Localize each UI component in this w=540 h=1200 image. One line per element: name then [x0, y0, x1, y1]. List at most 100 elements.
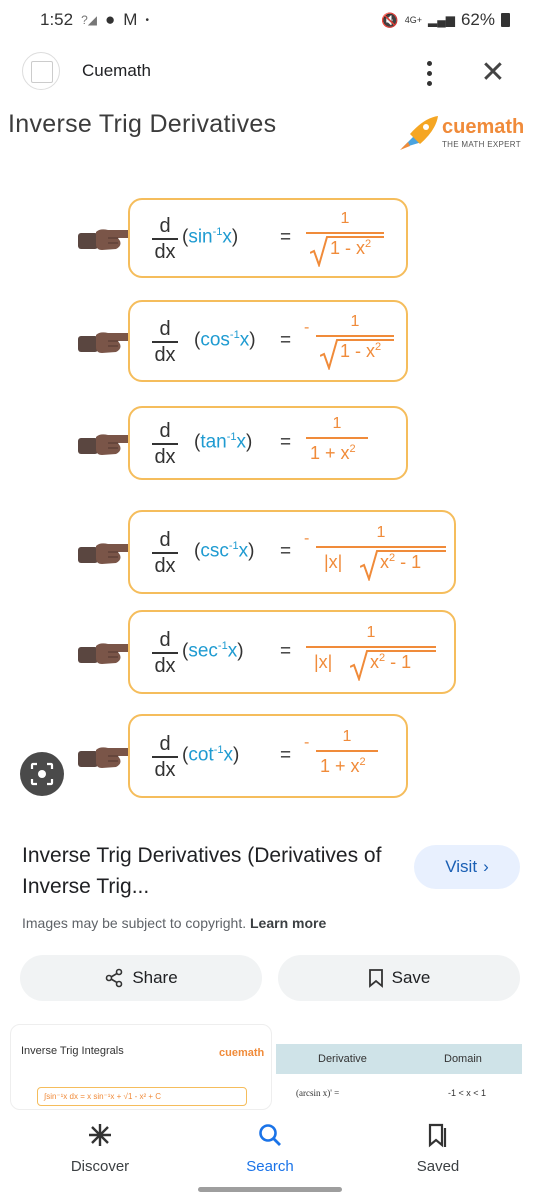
fraction-denominator: 1 - x2: [340, 341, 382, 361]
gmail-icon: M: [123, 10, 138, 29]
visit-button[interactable]: Visit ›: [414, 845, 520, 889]
fraction-bar: [316, 546, 446, 548]
fraction-denominator: x2 - 1: [370, 652, 412, 672]
fraction-bar: [306, 437, 368, 439]
formula-box: d dx (sin-1x) = 1 1 - x2: [128, 198, 408, 278]
nav-saved[interactable]: Saved: [378, 1118, 498, 1175]
negative-sign: -: [304, 530, 310, 547]
dx-denominator: dx: [154, 344, 176, 366]
battery-icon: [501, 13, 510, 27]
fraction-numerator: 1: [342, 728, 352, 745]
preview-image[interactable]: Inverse Trig Derivatives cuemath THE MAT…: [0, 100, 540, 815]
asterisk-icon: [40, 1118, 160, 1152]
fraction-bar: [316, 335, 394, 337]
lens-button[interactable]: [20, 752, 64, 796]
search-icon: [210, 1118, 330, 1152]
equals-sign: =: [280, 641, 292, 662]
nav-label: Discover: [70, 1158, 130, 1175]
nav-label: Search: [246, 1158, 294, 1175]
copyright-text: Images may be subject to copyright.: [22, 915, 247, 931]
image-title: Inverse Trig Derivatives: [8, 110, 277, 138]
negative-sign: -: [304, 734, 310, 751]
site-favicon[interactable]: [22, 52, 60, 90]
save-button[interactable]: Save: [278, 955, 520, 1001]
fraction-denominator: 1 - x2: [330, 238, 372, 258]
related-card[interactable]: Inverse Trig Integrals cuemath ∫sin⁻¹x d…: [10, 1024, 272, 1110]
dx-denominator: dx: [154, 759, 176, 781]
status-time: 1:52: [40, 10, 74, 29]
d-numerator: d: [159, 629, 171, 651]
formula-box: d dx (csc-1x) = - 1 |x| x2 - 1: [128, 510, 456, 594]
d-numerator: d: [159, 420, 171, 442]
related-table-header: Domain: [444, 1053, 482, 1065]
site-name[interactable]: Cuemath: [82, 61, 151, 81]
signal-icon: ?◢: [81, 13, 97, 27]
formula-box: d dx (tan-1x) = 1 1 + x2: [128, 406, 408, 480]
derivative-operator: d dx: [152, 734, 178, 780]
equals-sign: =: [280, 330, 292, 351]
d-numerator: d: [159, 529, 171, 551]
notification-icon: ●: [105, 10, 116, 29]
more-options-button[interactable]: [414, 56, 444, 90]
d-numerator: d: [159, 215, 171, 237]
learn-more-link[interactable]: Learn more: [250, 915, 326, 931]
browser-topbar: Cuemath ✕: [0, 48, 540, 98]
derivative-operator: d dx: [152, 530, 178, 576]
home-indicator[interactable]: [198, 1187, 342, 1192]
related-card-logo: cuemath: [219, 1047, 265, 1059]
d-numerator: d: [159, 318, 171, 340]
d-numerator: d: [159, 733, 171, 755]
share-button[interactable]: Share: [20, 955, 262, 1001]
formula-box: d dx (cot-1x) = - 1 1 + x2: [128, 714, 408, 798]
close-button[interactable]: ✕: [476, 56, 510, 90]
fraction-bar: [316, 750, 378, 752]
mute-icon: 🔇: [381, 11, 399, 28]
absolute-value: |x|: [314, 652, 333, 672]
absolute-value: |x|: [324, 552, 343, 572]
inverse-function: (tan-1x): [194, 431, 253, 453]
fraction-numerator: 1: [366, 624, 376, 641]
visit-label: Visit: [445, 857, 478, 876]
inverse-function: (cos-1x): [194, 329, 256, 351]
chevron-right-icon: ›: [483, 857, 489, 876]
equals-sign: =: [280, 227, 292, 248]
negative-sign: -: [304, 319, 310, 336]
inverse-function: (sec-1x): [182, 640, 244, 662]
fraction-numerator: 1: [332, 415, 342, 432]
fraction-numerator: 1: [340, 210, 350, 227]
fraction-denominator: 1 + x2: [310, 443, 356, 463]
network-label: 4G+: [404, 15, 422, 25]
rocket-icon: [400, 116, 438, 150]
nav-label: Saved: [416, 1158, 460, 1175]
related-table-cell: (arcsin x)' =: [296, 1088, 340, 1098]
fraction-bar: [306, 232, 384, 234]
related-card-formula: ∫sin⁻¹x dx = x sin⁻¹x + √1 - x² + C: [37, 1087, 247, 1106]
dx-denominator: dx: [154, 655, 176, 677]
related-images: Inverse Trig Integrals cuemath ∫sin⁻¹x d…: [0, 1024, 540, 1110]
nav-discover[interactable]: Discover: [40, 1118, 160, 1175]
lens-icon: [30, 762, 54, 786]
fraction-numerator: 1: [350, 313, 360, 330]
saved-icon: [378, 1118, 498, 1152]
fraction-numerator: 1: [376, 524, 386, 541]
bookmark-icon: [368, 969, 383, 988]
formula-box: d dx (cos-1x) = - 1 1 - x2: [128, 300, 408, 382]
dot-icon: •: [145, 14, 149, 26]
result-title[interactable]: Inverse Trig Derivatives (Derivatives of…: [22, 840, 382, 902]
equals-sign: =: [280, 541, 292, 562]
nav-search[interactable]: Search: [210, 1118, 330, 1175]
related-card-title: Inverse Trig Integrals: [21, 1045, 124, 1057]
derivative-operator: d dx: [152, 319, 178, 365]
inverse-function: (cot-1x): [182, 744, 240, 766]
dx-denominator: dx: [154, 555, 176, 577]
signal-bars-icon: ▂▄▆: [428, 13, 455, 27]
share-icon: [106, 968, 123, 988]
dx-denominator: dx: [154, 446, 176, 468]
cuemath-logo: cuemath THE MATH EXPERT: [396, 114, 531, 154]
battery-level: 62%: [460, 10, 495, 29]
fraction-bar: [306, 646, 436, 648]
related-card[interactable]: Derivative Domain (arcsin x)' = -1 < x <…: [276, 1044, 522, 1110]
related-table-header: Derivative: [318, 1053, 367, 1065]
status-bar: 1:52 ?◢ ● M • 🔇 4G+ ▂▄▆ 62%: [0, 0, 540, 40]
inverse-function: (csc-1x): [194, 540, 255, 562]
